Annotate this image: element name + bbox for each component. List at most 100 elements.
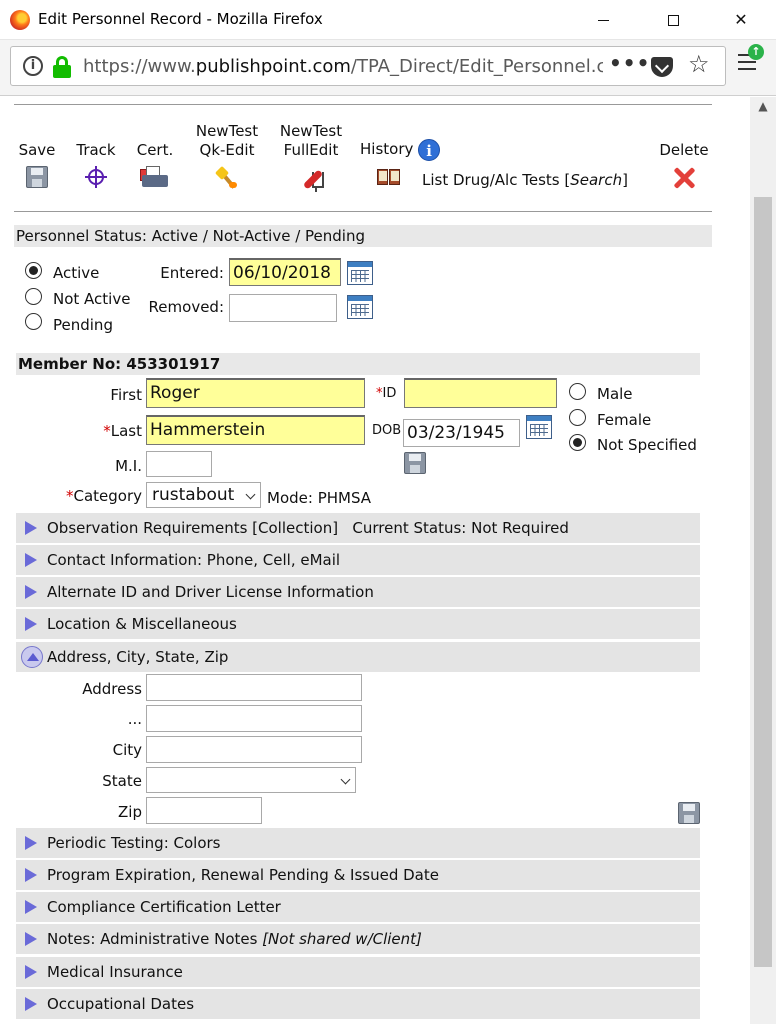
vertical-scrollbar[interactable]: ▲ <box>750 97 776 1024</box>
expand-arrow-icon <box>25 868 37 882</box>
cert-tool[interactable]: Cert. <box>132 141 178 192</box>
section-observation[interactable]: Observation Requirements [Collection] Cu… <box>16 513 700 543</box>
minimize-button[interactable] <box>580 6 626 34</box>
bookmark-star-icon[interactable]: ☆ <box>688 50 710 78</box>
scroll-thumb[interactable] <box>754 197 772 967</box>
state-select[interactable] <box>146 767 356 793</box>
dob-label: DOB <box>372 423 402 438</box>
personnel-status-header: Personnel Status: Active / Not-Active / … <box>14 225 712 247</box>
history-info-icon[interactable]: i <box>418 138 441 161</box>
notes-not-shared-text: [Not shared w/Client] <box>262 930 422 948</box>
delete-x-icon[interactable] <box>672 166 696 190</box>
entered-calendar-icon[interactable] <box>347 261 373 285</box>
cert-printer-icon[interactable] <box>140 166 170 192</box>
pocket-icon[interactable] <box>651 57 673 77</box>
gender-female-radio[interactable] <box>569 409 586 426</box>
newtest-qk-label-1: NewTest <box>195 122 259 140</box>
gender-male-radio[interactable] <box>569 383 586 400</box>
removed-date-input[interactable] <box>229 294 337 322</box>
page-actions-icon[interactable]: ••• <box>609 51 650 75</box>
status-not-active-label: Not Active <box>53 290 131 308</box>
mode-text: Mode: PHMSA <box>267 489 372 507</box>
section-compliance-label: Compliance Certification Letter <box>47 898 281 916</box>
history-label: History <box>360 140 414 158</box>
expand-arrow-icon <box>25 900 37 914</box>
section-contact-label: Contact Information: Phone, Cell, eMail <box>47 551 341 569</box>
observation-status-text: Current Status: Not Required <box>352 519 569 537</box>
window-titlebar: Edit Personnel Record - Mozilla Firefox … <box>0 0 776 40</box>
delete-tool[interactable]: Delete <box>656 141 712 190</box>
removed-calendar-icon[interactable] <box>347 295 373 319</box>
close-window-button[interactable]: ✕ <box>718 6 764 34</box>
list-tests-link[interactable]: List Drug/Alc Tests [Search] <box>422 171 628 189</box>
last-name-label: *Last <box>103 422 142 440</box>
test-tube-icon[interactable] <box>296 166 326 192</box>
expand-arrow-icon <box>25 617 37 631</box>
category-label: *Category <box>65 487 142 505</box>
zip-input[interactable] <box>146 797 262 824</box>
save-member-floppy-icon[interactable] <box>404 452 426 474</box>
divider <box>14 104 712 105</box>
newtest-fulledit-tool[interactable]: NewTest FullEdit <box>274 122 348 192</box>
removed-label: Removed: <box>148 298 224 316</box>
expand-arrow-icon <box>25 965 37 979</box>
site-info-icon[interactable]: i <box>23 56 43 76</box>
history-book-icon[interactable] <box>377 167 401 187</box>
maximize-button[interactable] <box>650 6 696 34</box>
expand-arrow-icon <box>25 585 37 599</box>
collapse-arrow-icon <box>21 646 43 668</box>
section-alternate-id-label: Alternate ID and Driver License Informat… <box>47 583 374 601</box>
url-text[interactable]: https://www.publishpoint.com/TPA_Direct/… <box>83 56 603 77</box>
section-occupational-label: Occupational Dates <box>47 995 195 1013</box>
category-select[interactable]: rustabout <box>146 482 261 508</box>
section-periodic-label: Periodic Testing: Colors <box>47 834 221 852</box>
dob-calendar-icon[interactable] <box>526 415 552 439</box>
section-notes[interactable]: Notes: Administrative Notes [Not shared … <box>16 924 700 954</box>
dob-input[interactable]: 03/23/1945 <box>403 419 520 447</box>
id-input[interactable] <box>404 378 557 408</box>
section-periodic[interactable]: Periodic Testing: Colors <box>16 828 700 858</box>
url-bar[interactable]: i https://www.publishpoint.com/TPA_Direc… <box>10 46 726 86</box>
save-address-floppy-icon[interactable] <box>678 802 700 824</box>
status-not-active-radio[interactable] <box>25 288 42 305</box>
save-label: Save <box>18 141 56 159</box>
first-name-label: First <box>110 386 142 404</box>
lock-icon[interactable] <box>53 56 71 78</box>
section-address[interactable]: Address, City, State, Zip <box>16 642 700 672</box>
entered-date-input[interactable]: 06/10/2018 <box>229 258 341 286</box>
status-active-label: Active <box>53 264 100 282</box>
section-medical[interactable]: Medical Insurance <box>16 957 700 987</box>
expand-arrow-icon <box>25 521 37 535</box>
zip-label: Zip <box>118 803 142 821</box>
section-observation-label: Observation Requirements [Collection] <box>47 519 339 537</box>
search-link[interactable]: Search <box>570 171 622 189</box>
update-badge-icon[interactable]: ↑ <box>748 44 764 60</box>
gender-not-specified-radio[interactable] <box>569 434 586 451</box>
save-floppy-icon[interactable] <box>26 166 48 188</box>
section-notes-label: Notes: Administrative Notes <box>47 930 258 948</box>
status-active-radio[interactable] <box>25 262 42 279</box>
newtest-full-label-2: FullEdit <box>283 141 339 159</box>
last-name-input[interactable]: Hammerstein <box>146 415 365 445</box>
section-program[interactable]: Program Expiration, Renewal Pending & Is… <box>16 860 700 890</box>
city-input[interactable] <box>146 736 362 763</box>
first-name-input[interactable]: Roger <box>146 378 365 408</box>
status-pending-radio[interactable] <box>25 313 42 330</box>
track-crosshair-icon[interactable] <box>85 166 107 188</box>
scroll-up-icon[interactable]: ▲ <box>750 97 776 115</box>
save-tool[interactable]: Save <box>16 141 58 188</box>
section-contact[interactable]: Contact Information: Phone, Cell, eMail <box>16 545 700 575</box>
middle-initial-input[interactable] <box>146 451 212 477</box>
section-alternate-id[interactable]: Alternate ID and Driver License Informat… <box>16 577 700 607</box>
magic-wand-icon[interactable] <box>214 165 239 190</box>
window-title: Edit Personnel Record - Mozilla Firefox <box>38 10 323 28</box>
address-input[interactable] <box>146 674 362 701</box>
entered-label: Entered: <box>160 264 224 282</box>
section-location[interactable]: Location & Miscellaneous <box>16 609 700 639</box>
id-label: *ID <box>376 386 397 401</box>
newtest-qkedit-tool[interactable]: NewTest Qk-Edit <box>190 122 264 190</box>
address2-input[interactable] <box>146 705 362 732</box>
track-tool[interactable]: Track <box>72 141 120 188</box>
section-occupational[interactable]: Occupational Dates <box>16 989 700 1019</box>
section-compliance[interactable]: Compliance Certification Letter <box>16 892 700 922</box>
